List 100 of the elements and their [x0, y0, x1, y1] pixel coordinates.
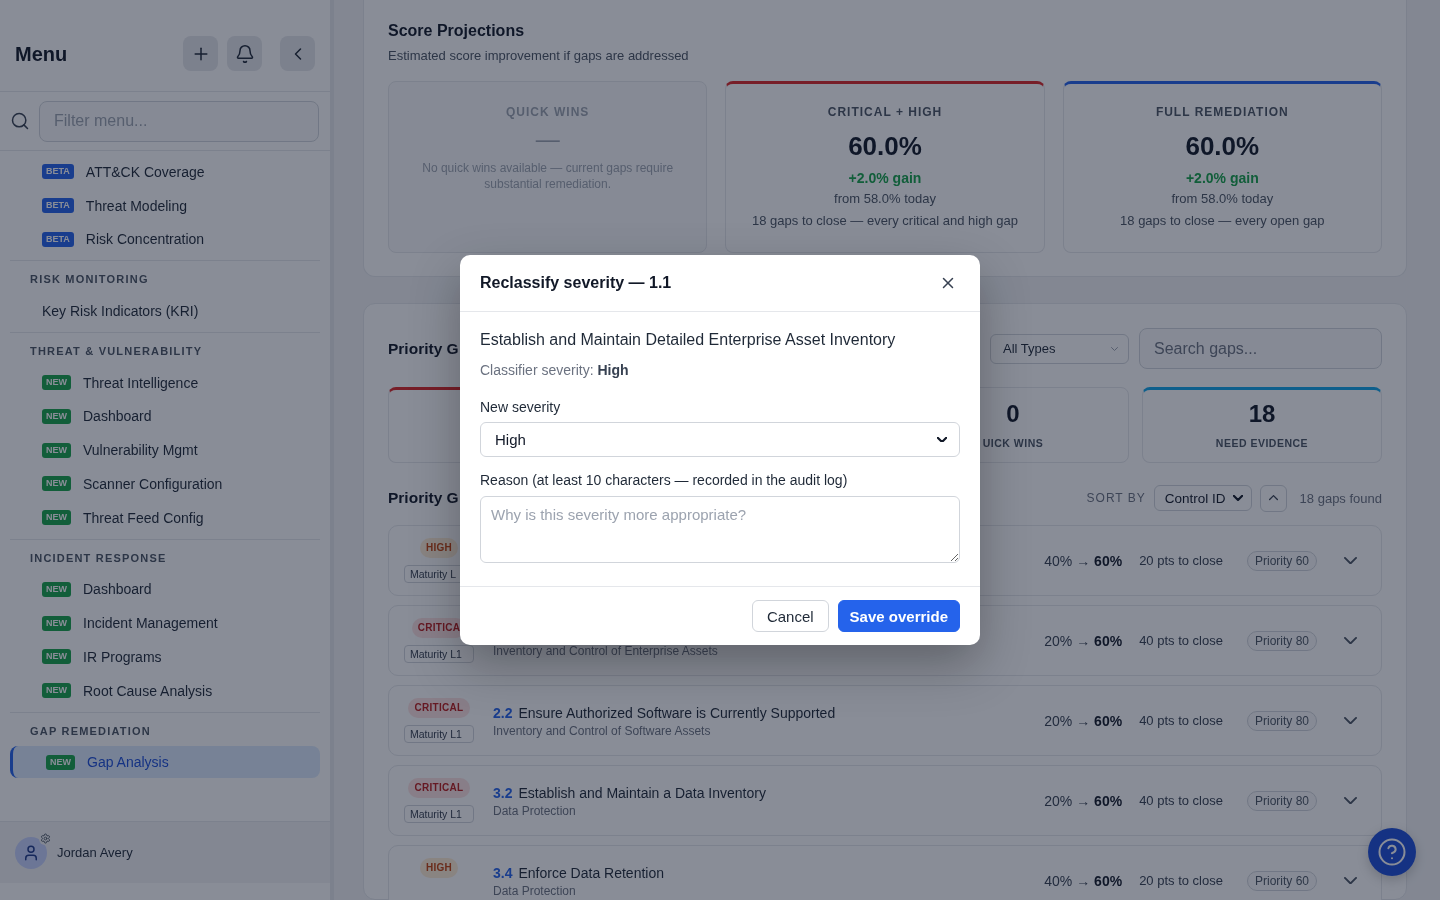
chevron-down-icon: [1343, 716, 1357, 725]
card-note: 18 gaps to close — every open gap: [1120, 212, 1325, 230]
field-label: Reason (at least 10 characters — recorded in the audit log): [480, 471, 848, 490]
nav-item[interactable]: NEW Root Cause Analysis: [10, 674, 320, 707]
points-to-close: 20 pts to close: [1139, 553, 1223, 568]
control-id: 3.4: [493, 864, 513, 883]
panel-title: Score Projections: [388, 21, 526, 41]
control-id: 3.2: [493, 784, 513, 803]
nav-item[interactable]: NEW Dashboard: [10, 400, 320, 433]
section-heading: RISK MONITORING: [29, 272, 150, 288]
empty-value: —: [535, 124, 560, 154]
dialog-title: Reclassify severity — 1.1: [480, 273, 672, 293]
severity-badge: HIGH: [419, 538, 459, 558]
score-change: 40% → 60%: [1044, 872, 1123, 889]
priority-badge: Priority 80: [1246, 790, 1317, 811]
nav-item[interactable]: NEW Dashboard: [10, 573, 320, 606]
type-select[interactable]: All Types: [990, 333, 1129, 364]
priority-badge: Priority 80: [1246, 630, 1317, 651]
section-heading: INCIDENT RESPONSE: [29, 550, 168, 566]
gap-row[interactable]: CRITICAL Maturity L1 2.2 Ensure Authorized Software is Currently Supported Inventory and Control of Software Assets 20% → 60% 40 pts to close Priority 80: [388, 685, 1382, 756]
severity-badge: CRITICAL: [408, 778, 470, 798]
gap-row[interactable]: CRITICAL Maturity L1 3.2 Establish and Maintain a Data Inventory Data Protection 20% → 60% 40 pts to close Priority 80: [388, 765, 1382, 836]
priority-badge: Priority 60: [1246, 550, 1317, 571]
nav-badge: NEW: [42, 375, 71, 391]
classifier-text: Classifier severity: High: [480, 361, 629, 380]
nav-item[interactable]: BETA Threat Modeling: [10, 189, 320, 222]
chevron-down-icon: [1343, 636, 1357, 645]
nav-item[interactable]: NEW Threat Feed Config: [10, 501, 320, 534]
nav-badge: NEW: [46, 754, 75, 770]
score-baseline: from 58.0% today: [1171, 190, 1274, 208]
panel-title: Priority G: [388, 338, 459, 359]
severity-select[interactable]: High: [480, 422, 960, 457]
section-heading: GAP REMEDIATION: [29, 723, 152, 739]
maturity-badge: Maturity L1: [404, 725, 474, 743]
nav-badge: NEW: [42, 649, 71, 665]
section-title: Priority G: [388, 488, 459, 508]
card-label: CRITICAL + HIGH: [826, 104, 944, 120]
nav-item[interactable]: NEW Vulnerability Mgmt: [10, 434, 320, 467]
chevron-down-icon: [1343, 876, 1357, 885]
notifications-button[interactable]: [227, 36, 262, 71]
search-icon: [10, 111, 30, 131]
priority-badge: Priority 80: [1246, 710, 1317, 731]
save-button[interactable]: Save override: [837, 600, 960, 632]
user-name: Jordan Avery: [57, 845, 133, 860]
nav-item[interactable]: NEW IR Programs: [10, 640, 320, 673]
gap-row[interactable]: HIGH 3.4 Enforce Data Retention Data Protection 40% → 60% 20 pts to close Priority 60: [388, 845, 1382, 900]
chevron-down-icon: [937, 436, 947, 443]
control-id: 2.2: [493, 704, 513, 723]
cancel-button[interactable]: Cancel: [751, 600, 829, 632]
control-category: Data Protection: [493, 804, 576, 818]
score-change: 20% → 60%: [1044, 792, 1123, 809]
sort-select[interactable]: Control ID: [1153, 485, 1252, 511]
severity-badge: CRITICAL: [408, 698, 470, 718]
nav-item[interactable]: NEW Threat Intelligence: [10, 366, 320, 399]
maturity-badge: Maturity L1: [404, 805, 474, 823]
control-title: Establish and Maintain a Data Inventory: [518, 784, 766, 803]
control-title: Ensure Authorized Software is Currently Supported: [518, 704, 836, 723]
score-value: 60.0%: [1185, 130, 1260, 162]
chevron-down-icon: [1111, 346, 1118, 351]
score-change: 40% → 60%: [1044, 552, 1123, 569]
points-to-close: 40 pts to close: [1139, 793, 1223, 808]
stat-value: 18: [1248, 400, 1276, 428]
points-to-close: 40 pts to close: [1139, 633, 1223, 648]
severity-badge: HIGH: [419, 858, 459, 878]
score-change: 20% → 60%: [1044, 712, 1123, 729]
chevron-down-icon: [1343, 556, 1357, 565]
card-note: 18 gaps to close — every critical and high gap: [752, 212, 1018, 230]
nav-item[interactable]: BETA Risk Concentration: [10, 223, 320, 256]
score-value: 60.0%: [848, 130, 922, 162]
stat-label: UICK WINS: [982, 436, 1044, 450]
nav-badge: NEW: [42, 683, 71, 699]
add-button[interactable]: [183, 36, 218, 71]
help-icon: [1377, 837, 1407, 867]
nav-badge: NEW: [42, 581, 71, 597]
score-change: 20% → 60%: [1044, 632, 1123, 649]
nav-item[interactable]: NEW Incident Management: [10, 607, 320, 640]
section-heading: THREAT & VULNERABILITY: [29, 343, 204, 359]
nav-badge: NEW: [42, 476, 71, 492]
nav-item[interactable]: Key Risk Indicators (KRI): [10, 295, 320, 327]
nav-item[interactable]: BETA ATT&CK Coverage: [10, 155, 320, 188]
control-name: Establish and Maintain Detailed Enterprise Asset Inventory: [480, 330, 896, 350]
sort-label: SORT BY: [1086, 491, 1146, 505]
nav-badge: NEW: [42, 615, 71, 631]
priority-badge: Priority 60: [1246, 870, 1317, 891]
nav-item[interactable]: NEW Gap Analysis: [10, 746, 320, 779]
chevron-down-icon: [1232, 495, 1243, 501]
reason-textarea[interactable]: Why is this severity more appropriate?: [480, 496, 960, 563]
field-label: New severity: [480, 398, 561, 417]
maturity-badge: Maturity L1: [404, 645, 474, 663]
user-avatar-icon[interactable]: [15, 836, 47, 869]
nav-badge: BETA: [42, 164, 74, 180]
control-category: Data Protection: [493, 884, 576, 898]
search-input[interactable]: Search gaps...: [1139, 328, 1382, 369]
score-baseline: from 58.0% today: [834, 190, 936, 208]
control-title: Enforce Data Retention: [518, 864, 664, 883]
nav-item[interactable]: NEW Scanner Configuration: [10, 467, 320, 500]
nav-badge: NEW: [42, 408, 71, 424]
chevron-down-icon: [1343, 796, 1357, 805]
result-count: 18 gaps found: [1299, 490, 1382, 506]
points-to-close: 40 pts to close: [1139, 713, 1223, 728]
